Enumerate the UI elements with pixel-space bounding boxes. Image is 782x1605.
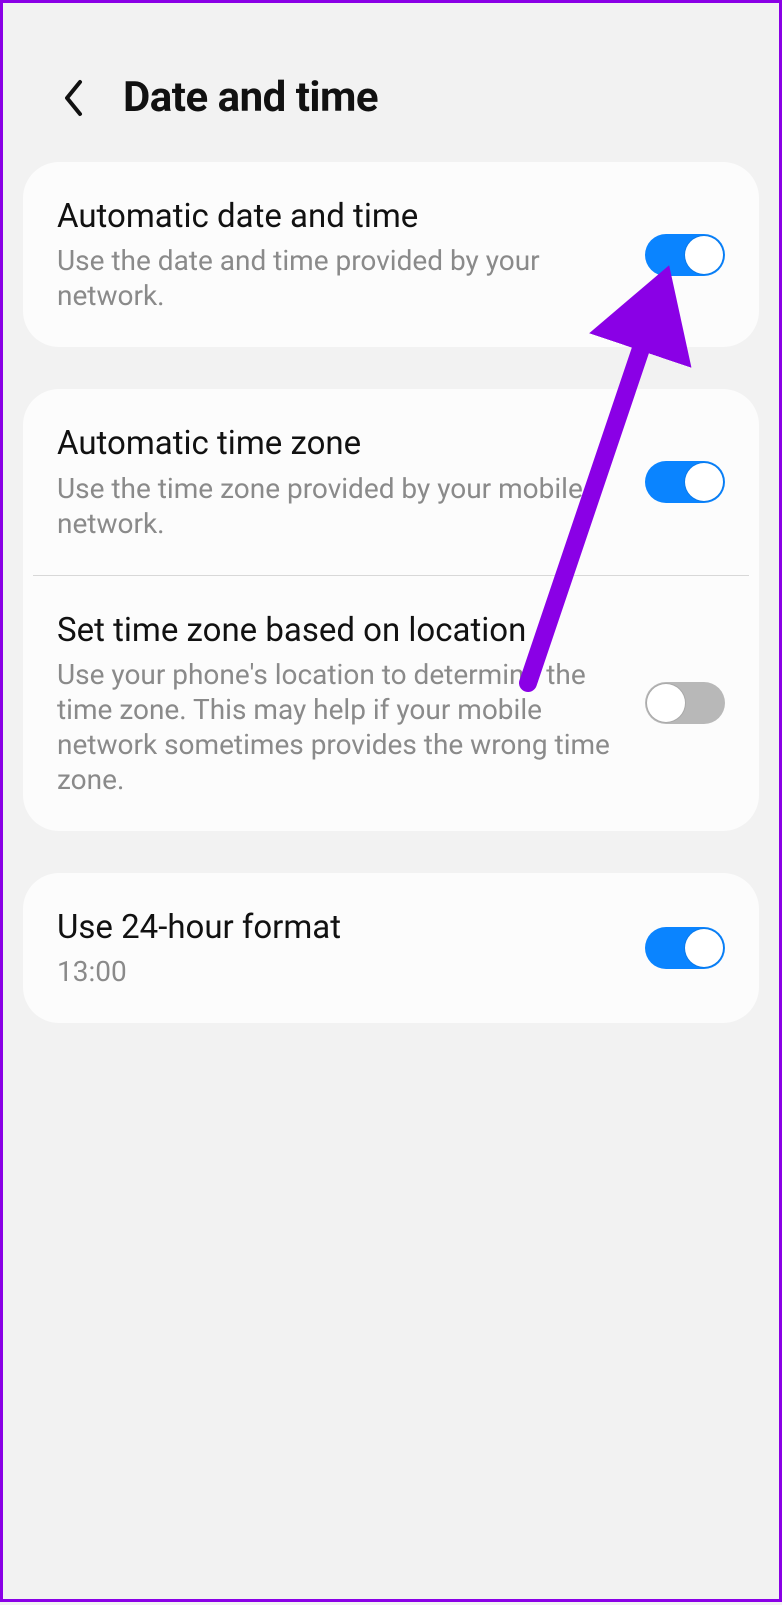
chevron-left-icon — [62, 79, 84, 117]
row-subtitle: Use the date and time provided by your n… — [57, 243, 625, 313]
toggle-knob — [647, 684, 685, 722]
row-text: Use 24-hour format 13:00 — [57, 907, 625, 989]
page-title: Date and time — [123, 73, 378, 122]
settings-group-3: Use 24-hour format 13:00 — [23, 873, 759, 1023]
settings-group-1: Automatic date and time Use the date and… — [23, 162, 759, 347]
row-text: Automatic time zone Use the time zone pr… — [57, 423, 625, 540]
settings-group-2: Automatic time zone Use the time zone pr… — [23, 389, 759, 831]
row-set-tz-location[interactable]: Set time zone based on location Use your… — [23, 576, 759, 831]
row-title: Automatic time zone — [57, 423, 625, 464]
row-title: Use 24-hour format — [57, 907, 625, 948]
row-title: Automatic date and time — [57, 196, 625, 237]
toggle-knob — [685, 463, 723, 501]
row-text: Automatic date and time Use the date and… — [57, 196, 625, 313]
row-subtitle: Use the time zone provided by your mobil… — [57, 471, 625, 541]
row-text: Set time zone based on location Use your… — [57, 610, 625, 797]
header: Date and time — [3, 3, 779, 162]
auto-date-time-toggle[interactable] — [645, 234, 725, 276]
use-24h-toggle[interactable] — [645, 927, 725, 969]
row-title: Set time zone based on location — [57, 610, 625, 651]
set-tz-location-toggle[interactable] — [645, 682, 725, 724]
toggle-knob — [685, 929, 723, 967]
row-auto-date-time[interactable]: Automatic date and time Use the date and… — [23, 162, 759, 347]
toggle-knob — [685, 236, 723, 274]
auto-time-zone-toggle[interactable] — [645, 461, 725, 503]
back-button[interactable] — [53, 78, 93, 118]
row-auto-time-zone[interactable]: Automatic time zone Use the time zone pr… — [23, 389, 759, 574]
row-subtitle: 13:00 — [57, 954, 625, 989]
row-subtitle: Use your phone's location to determine t… — [57, 657, 625, 797]
row-use-24h[interactable]: Use 24-hour format 13:00 — [23, 873, 759, 1023]
